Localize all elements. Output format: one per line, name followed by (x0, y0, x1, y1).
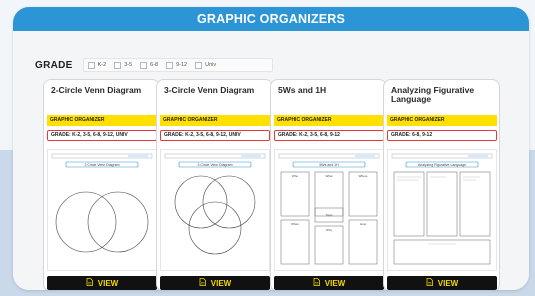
preview-thumbnail[interactable]: Analyzing Figurative Language (387, 149, 497, 271)
view-button[interactable]: VIEW (47, 276, 157, 290)
preview-thumbnail[interactable]: 3 Circle Venn Diagram (160, 149, 270, 271)
type-tag: GRAPHIC ORGANIZER (160, 115, 270, 126)
svg-text:When: When (291, 222, 299, 226)
grade-tag: GRADE: K-2, 3-5, 6-8, 9-12, UNIV (160, 130, 270, 141)
view-button[interactable]: VIEW (387, 276, 497, 290)
type-tag: GRAPHIC ORGANIZER (387, 115, 497, 126)
card-title: 2-Circle Venn Diagram (51, 85, 142, 95)
checkbox[interactable] (114, 61, 122, 69)
grade-filter: GRADE K-2 3-5 6-8 9-12 Univ (35, 57, 273, 73)
organizer-card-3-circle-venn[interactable]: 3-Circle Venn Diagram GRAPHIC ORGANIZER … (156, 79, 273, 290)
document-icon (199, 278, 206, 288)
view-label: VIEW (437, 278, 459, 288)
organizer-card-2-circle-venn[interactable]: 2-Circle Venn Diagram GRAPHIC ORGANIZER … (43, 79, 160, 290)
grade-options: K-2 3-5 6-8 9-12 Univ (82, 58, 273, 72)
svg-text:Where: Where (359, 174, 368, 178)
grade-option-9-12[interactable]: 9-12 (166, 61, 187, 69)
view-button[interactable]: VIEW (274, 276, 384, 290)
checkbox[interactable] (195, 61, 203, 69)
svg-text:What: What (325, 174, 332, 178)
preview-thumbnail[interactable]: 5Ws and 1H Who What Where How When Why T… (274, 149, 384, 271)
grade-option-k2[interactable]: K-2 (87, 61, 106, 69)
grade-tag: GRADE: 6-8, 9-12 (387, 130, 497, 141)
view-label: VIEW (210, 278, 232, 288)
grade-tag: GRADE: K-2, 3-5, 6-8, 9-12 (274, 130, 384, 141)
grade-label: GRADE (35, 59, 73, 71)
grade-option-3-5[interactable]: 3-5 (114, 61, 132, 69)
grade-tag: GRADE: K-2, 3-5, 6-8, 9-12, UNIV (47, 130, 157, 141)
thumb-title: 5Ws and 1H (319, 163, 339, 167)
thumb-title: 3 Circle Venn Diagram (197, 163, 232, 167)
card-title: 3-Circle Venn Diagram (164, 85, 255, 95)
organizer-card-figurative-language[interactable]: Analyzing Figurative Language GRAPHIC OR… (383, 79, 500, 290)
checkbox[interactable] (140, 61, 148, 69)
type-tag: GRAPHIC ORGANIZER (274, 115, 384, 126)
type-tag: GRAPHIC ORGANIZER (47, 115, 157, 126)
view-label: VIEW (324, 278, 346, 288)
preview-thumbnail[interactable]: 2 Circle Venn Diagram (47, 149, 157, 271)
panel-title: GRAPHIC ORGANIZERS (13, 7, 529, 31)
svg-text:Who: Who (292, 174, 299, 178)
card-title: 5Ws and 1H (278, 85, 327, 95)
graphic-organizers-panel: GRAPHIC ORGANIZERS GRADE K-2 3-5 6-8 9-1… (13, 7, 529, 290)
thumb-title: Analyzing Figurative Language (418, 163, 466, 167)
checkbox[interactable] (166, 61, 174, 69)
svg-text:How: How (360, 222, 367, 226)
svg-text:Topic: Topic (325, 213, 333, 217)
document-icon (313, 278, 320, 288)
svg-text:Why: Why (326, 228, 333, 232)
thumb-title: 2 Circle Venn Diagram (84, 163, 119, 167)
card-title: Analyzing Figurative Language (391, 85, 475, 104)
view-button[interactable]: VIEW (160, 276, 270, 290)
grade-option-6-8[interactable]: 6-8 (140, 61, 158, 69)
grade-option-univ[interactable]: Univ (195, 61, 216, 69)
document-icon (86, 278, 93, 288)
checkbox[interactable] (87, 61, 95, 69)
organizer-card-5ws-1h[interactable]: 5Ws and 1H GRAPHIC ORGANIZER GRADE: K-2,… (270, 79, 387, 290)
document-icon (426, 278, 433, 288)
view-label: VIEW (97, 278, 119, 288)
